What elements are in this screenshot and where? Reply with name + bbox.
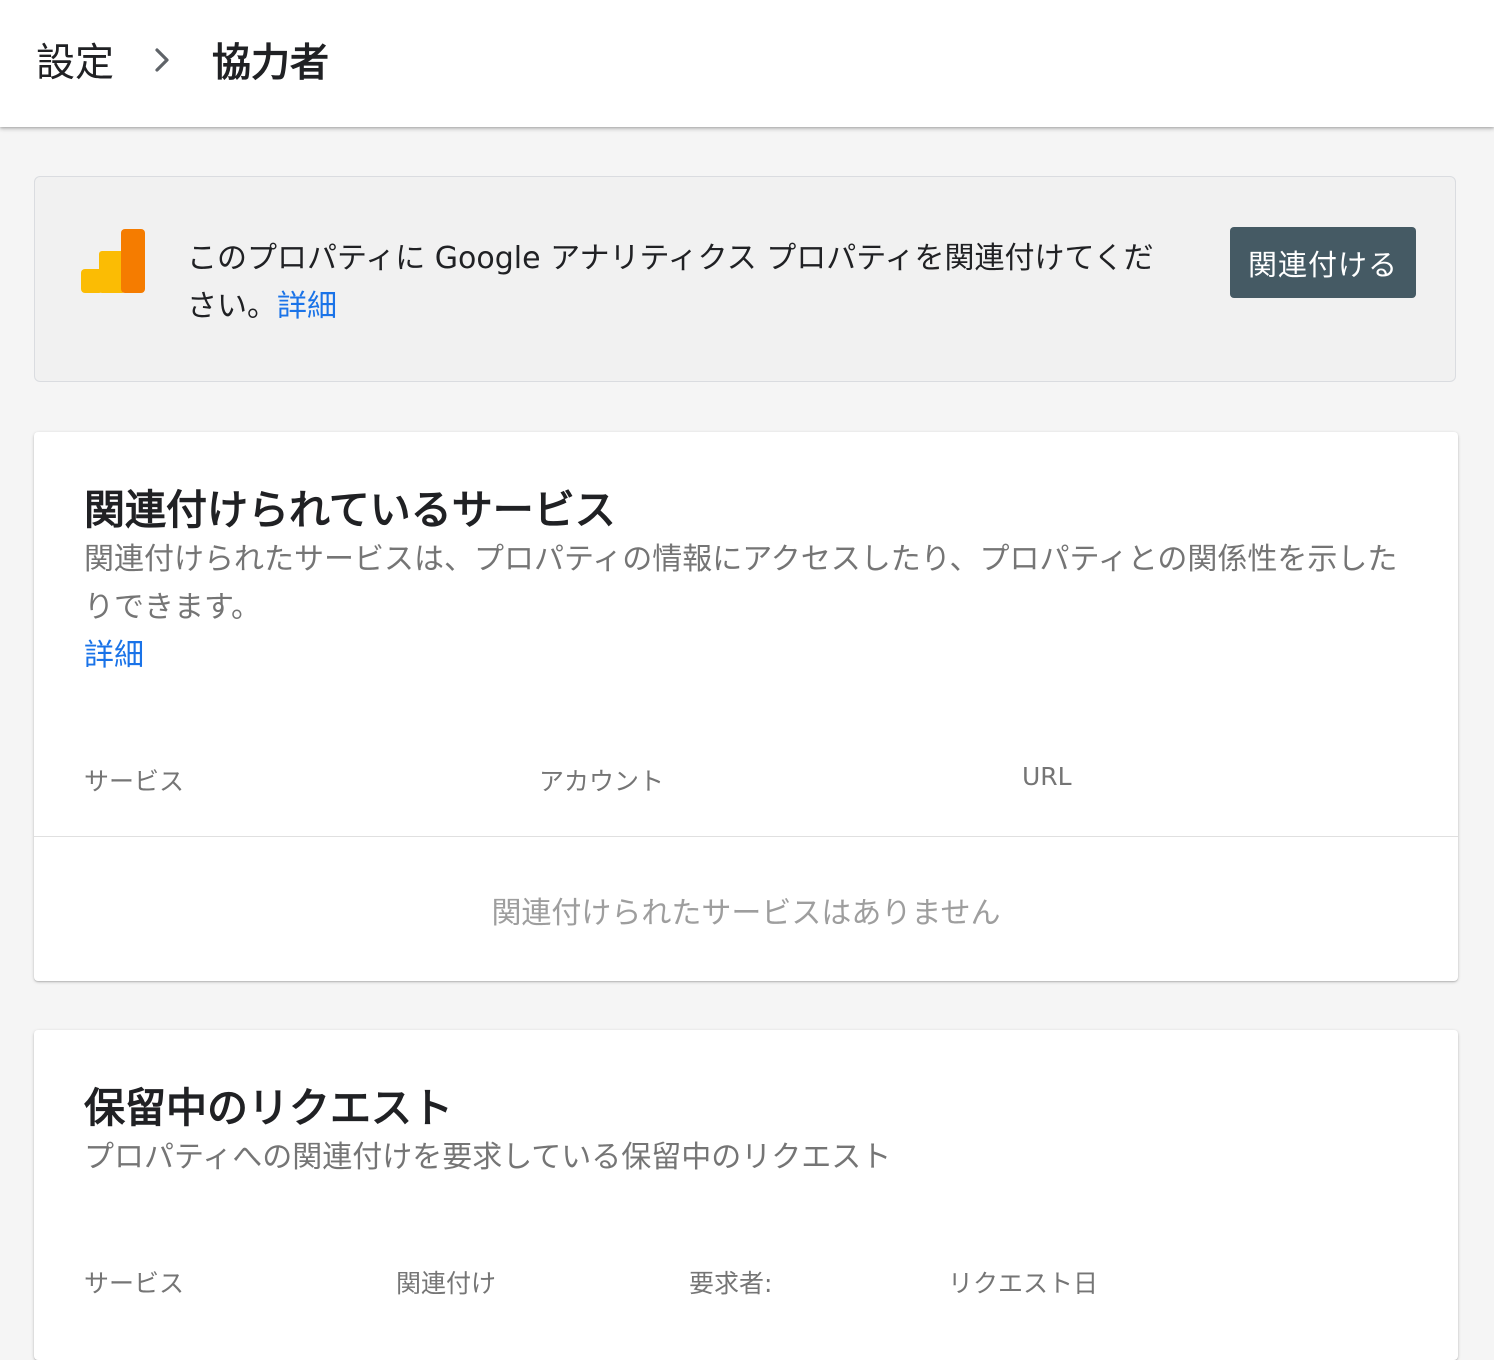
- analytics-link-banner: このプロパティに Google アナリティクス プロパティを関連付けてください。…: [34, 176, 1456, 382]
- linked-services-description: 関連付けられたサービスは、プロパティの情報にアクセスしたり、プロパティとの関係性…: [84, 542, 1398, 625]
- link-button[interactable]: 関連付ける: [1230, 227, 1416, 298]
- pending-requests-card: 保留中のリクエスト プロパティへの関連付けを要求している保留中のリクエスト サー…: [34, 1030, 1458, 1360]
- pending-requests-title: 保留中のリクエスト: [84, 1084, 453, 1132]
- column-header-service: サービス: [84, 767, 185, 796]
- linked-services-card: 関連付けられているサービス 関連付けられたサービスは、プロパティの情報にアクセス…: [34, 432, 1458, 981]
- breadcrumb: 設定 協力者: [36, 30, 329, 90]
- google-analytics-icon: [81, 229, 145, 293]
- column-header-request-date: リクエスト日: [948, 1269, 1099, 1298]
- column-header-url: URL: [1022, 762, 1072, 791]
- empty-state-message: 関連付けられたサービスはありません: [491, 896, 1001, 931]
- breadcrumb-settings[interactable]: 設定: [36, 32, 114, 88]
- linked-services-title: 関連付けられているサービス: [84, 486, 616, 534]
- chevron-right-icon: [130, 30, 194, 90]
- top-header: 設定 協力者: [0, 0, 1494, 127]
- column-header-account: アカウント: [539, 767, 665, 796]
- column-header-requester: 要求者:: [689, 1269, 773, 1298]
- banner-learn-more-link[interactable]: 詳細: [277, 289, 337, 324]
- pending-requests-description: プロパティへの関連付けを要求している保留中のリクエスト: [84, 1140, 892, 1175]
- column-header-service: サービス: [84, 1269, 185, 1298]
- column-header-link: 関連付け: [396, 1269, 497, 1298]
- linked-services-learn-more-link[interactable]: 詳細: [84, 632, 144, 680]
- table-divider: [34, 836, 1458, 837]
- banner-message: このプロパティに Google アナリティクス プロパティを関連付けてください。…: [187, 235, 1157, 331]
- breadcrumb-collaborators: 協力者: [212, 41, 330, 86]
